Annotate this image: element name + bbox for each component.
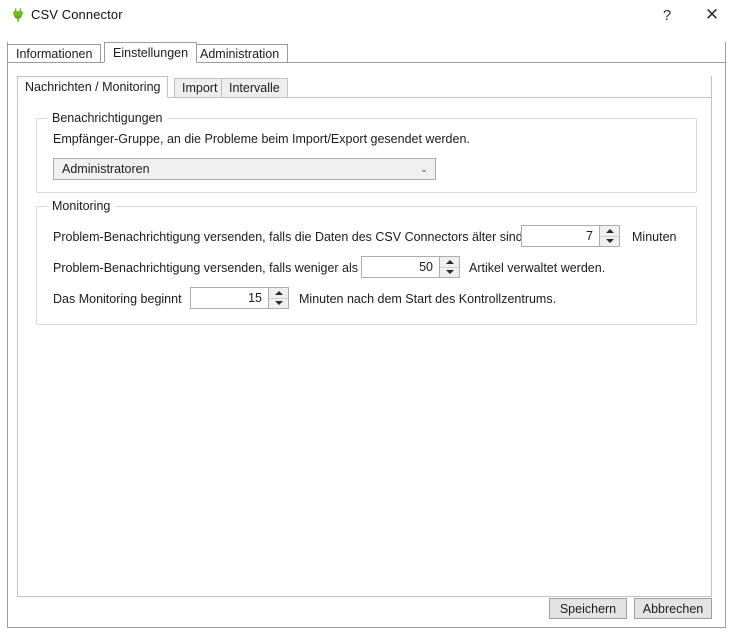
inner-tab-strip: Nachrichten / Monitoring Import Interval…	[17, 76, 712, 98]
stale-data-label-after: Minuten	[632, 230, 676, 244]
tab-administration[interactable]: Administration	[191, 44, 288, 63]
recipient-group-description: Empfänger-Gruppe, an die Probleme beim I…	[53, 132, 470, 146]
outer-tab-strip: Informationen Einstellungen Administrati…	[7, 42, 726, 63]
recipient-group-value: Administratoren	[54, 162, 413, 176]
save-button[interactable]: Speichern	[549, 598, 627, 619]
notifications-groupbox: Benachrichtigungen	[36, 118, 697, 193]
monitoring-groupbox-title: Monitoring	[47, 199, 115, 213]
tab-nachrichten-monitoring[interactable]: Nachrichten / Monitoring	[17, 76, 168, 98]
plug-icon	[11, 8, 25, 22]
monitoring-start-value[interactable]: 15	[191, 288, 268, 308]
article-count-spin-buttons	[439, 257, 459, 277]
tab-label: Nachrichten / Monitoring	[25, 80, 160, 94]
stale-minutes-stepper[interactable]: 7	[521, 225, 620, 247]
chevron-down-icon: ⌄	[413, 165, 435, 174]
window-title: CSV Connector	[31, 7, 123, 22]
spin-down-icon[interactable]	[600, 237, 619, 247]
article-count-label-after: Artikel verwaltet werden.	[469, 261, 605, 275]
recipient-group-select[interactable]: Administratoren ⌄	[53, 158, 436, 180]
cancel-button[interactable]: Abbrechen	[634, 598, 712, 619]
help-button[interactable]: ?	[648, 0, 686, 30]
spin-up-icon[interactable]	[440, 257, 459, 268]
stale-data-label-before: Problem-Benachrichtigung versenden, fall…	[53, 230, 542, 244]
tab-label: Informationen	[16, 47, 92, 61]
title-bar: CSV Connector ? ✕	[0, 0, 734, 30]
tab-intervalle[interactable]: Intervalle	[221, 78, 288, 98]
monitoring-start-spin-buttons	[268, 288, 288, 308]
notifications-groupbox-title: Benachrichtigungen	[47, 111, 168, 125]
spin-up-icon[interactable]	[269, 288, 288, 299]
tab-label: Administration	[200, 47, 279, 61]
close-button[interactable]: ✕	[693, 0, 731, 30]
tab-label: Einstellungen	[113, 46, 188, 60]
spin-down-icon[interactable]	[269, 299, 288, 309]
monitoring-start-label-before: Das Monitoring beginnt	[53, 292, 182, 306]
monitoring-start-stepper[interactable]: 15	[190, 287, 289, 309]
stale-minutes-value[interactable]: 7	[522, 226, 599, 246]
tab-label: Import	[182, 81, 217, 95]
tab-label: Intervalle	[229, 81, 280, 95]
tab-informationen[interactable]: Informationen	[7, 44, 101, 63]
article-count-label-before: Problem-Benachrichtigung versenden, fall…	[53, 261, 358, 275]
tab-import[interactable]: Import	[174, 78, 225, 98]
article-count-stepper[interactable]: 50	[361, 256, 460, 278]
tab-einstellungen[interactable]: Einstellungen	[104, 42, 197, 63]
spin-up-icon[interactable]	[600, 226, 619, 237]
csv-connector-window: CSV Connector ? ✕ Informationen Einstell…	[0, 0, 734, 641]
article-count-value[interactable]: 50	[362, 257, 439, 277]
stale-minutes-spin-buttons	[599, 226, 619, 246]
monitoring-start-label-after: Minuten nach dem Start des Kontrollzentr…	[299, 292, 556, 306]
spin-down-icon[interactable]	[440, 268, 459, 278]
